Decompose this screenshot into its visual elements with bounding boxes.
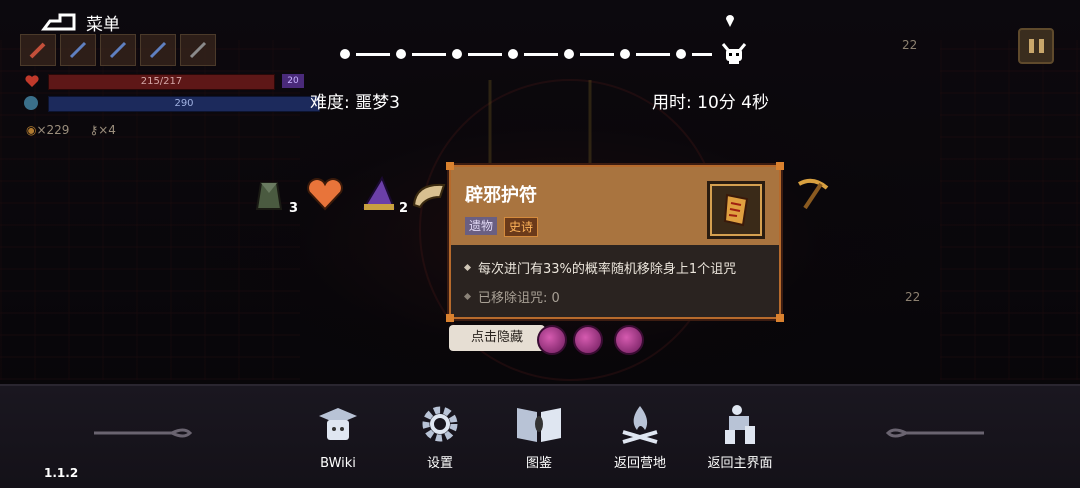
gear-icon — [422, 406, 458, 442]
ornament-left-icon — [94, 428, 192, 438]
relic-item[interactable] — [304, 172, 346, 216]
currency-row: ◉×229 ⚷×4 — [26, 123, 116, 137]
weapon-slot — [180, 34, 216, 66]
spear-icon — [69, 41, 87, 59]
coin-count: ◉×229 — [26, 123, 70, 137]
relic-item[interactable]: 2 — [358, 172, 408, 216]
frame-corner — [776, 314, 784, 322]
book-icon — [517, 408, 561, 442]
weapon-slot — [20, 34, 56, 66]
progress-node — [340, 49, 350, 59]
tag-rarity: 史诗 — [504, 217, 539, 237]
tooltip-stat: 已移除诅咒: 0 — [463, 287, 560, 306]
heart-relic-icon — [307, 178, 343, 211]
weapon-bar — [20, 34, 216, 66]
weapon-slot — [140, 34, 176, 66]
tooltip-description: 每次进门有33%的概率随机移除身上1个诅咒 — [463, 258, 736, 277]
pickaxe-icon — [798, 178, 829, 210]
bwiki-button[interactable]: BWiki — [298, 402, 378, 471]
relic-tooltip: 辟邪护符 遗物 史诗 每次进门有33%的概率随机移除身上1个诅咒 已移除诅咒: … — [446, 162, 784, 322]
menu-button[interactable]: 菜单 — [40, 8, 120, 36]
spear-icon — [109, 41, 127, 59]
mp-bar: 290 — [48, 96, 320, 112]
staff-icon — [189, 41, 207, 59]
nav-label: 返回主界面 — [707, 456, 773, 471]
progress-node — [620, 49, 630, 59]
curse-icon[interactable] — [614, 325, 644, 355]
boss-skull-icon — [721, 43, 747, 64]
cloak-icon — [255, 182, 283, 210]
spear-icon — [149, 41, 167, 59]
curse-icon[interactable] — [537, 325, 567, 355]
nav-label: BWiki — [320, 456, 356, 471]
heart-icon — [25, 75, 39, 87]
room-number: 22 — [905, 290, 921, 304]
hide-tooltip-button[interactable]: 点击隐藏 — [449, 325, 545, 351]
location-pin-icon — [726, 15, 734, 27]
pause-icon — [1028, 39, 1034, 53]
horn-icon — [412, 183, 446, 209]
elapsed-time: 用时: 10分 4秒 — [652, 93, 769, 113]
item-count: 2 — [398, 201, 408, 216]
nav-label: 图鉴 — [525, 456, 552, 471]
wizard-hat-icon — [362, 175, 396, 210]
mp-text: 290 — [174, 98, 194, 109]
back-arrow-icon — [41, 13, 76, 31]
weapon-slot — [60, 34, 96, 66]
progress-node — [508, 49, 518, 59]
mana-orb-icon — [24, 96, 38, 110]
return-main-button[interactable]: 返回主界面 — [700, 402, 780, 471]
bwiki-icon — [319, 408, 357, 440]
relic-item[interactable]: 3 — [248, 172, 298, 216]
tooltip-title: 辟邪护符 — [465, 185, 537, 206]
frame-corner — [446, 314, 454, 322]
nav-label: 返回营地 — [613, 456, 666, 471]
hp-text: 215/217 — [140, 76, 183, 87]
nav-label: 设置 — [426, 456, 453, 471]
progress-node — [452, 49, 462, 59]
talisman-icon — [723, 193, 749, 227]
ornament-right-icon — [886, 428, 984, 438]
progress-node — [676, 49, 686, 59]
key-icon: ⚷ — [89, 123, 99, 137]
coin-icon: ◉ — [26, 123, 37, 137]
sword-icon — [29, 42, 46, 59]
tag-type: 遗物 — [465, 217, 498, 235]
curse-icon[interactable] — [573, 325, 603, 355]
weapon-slot — [100, 34, 136, 66]
tooltip-item-frame — [707, 181, 765, 239]
hp-bar: 215/217 — [48, 74, 275, 90]
version-label: 1.1.2 — [44, 466, 79, 480]
frame-corner — [446, 162, 454, 170]
relic-item[interactable] — [792, 172, 834, 216]
return-camp-button[interactable]: 返回营地 — [600, 402, 680, 471]
progress-node — [396, 49, 406, 59]
relic-item[interactable] — [408, 172, 450, 216]
hp-bonus-badge: 20 — [282, 74, 304, 88]
pause-button[interactable] — [1018, 28, 1054, 64]
campfire-icon — [622, 406, 658, 444]
settings-button[interactable]: 设置 — [400, 402, 480, 471]
item-count: 3 — [288, 201, 298, 216]
progress-node — [564, 49, 574, 59]
codex-button[interactable]: 图鉴 — [499, 402, 579, 471]
menu-label: 菜单 — [86, 14, 120, 35]
statue-icon — [725, 405, 755, 444]
floor-progress — [340, 42, 748, 66]
key-count: ⚷×4 — [89, 123, 116, 137]
room-number: 22 — [902, 38, 918, 52]
frame-corner — [776, 162, 784, 170]
difficulty-label: 难度: 噩梦3 — [310, 93, 400, 113]
